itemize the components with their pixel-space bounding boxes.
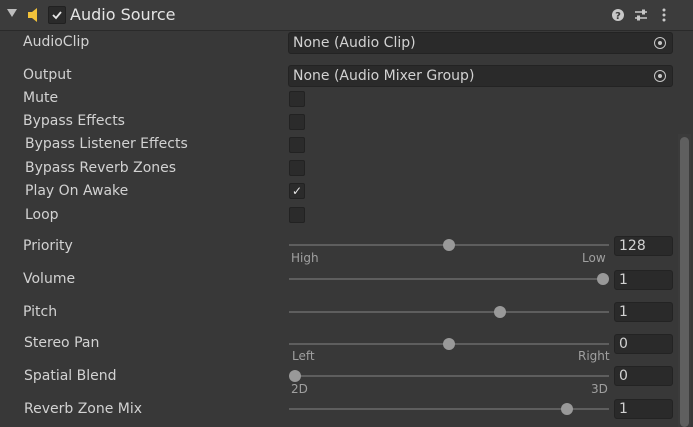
play-on-awake-label: Play On Awake bbox=[25, 183, 129, 199]
bypass-effects-label: Bypass Effects bbox=[23, 113, 125, 129]
spatial-blend-slider-thumb[interactable] bbox=[289, 370, 301, 382]
volume-label: Volume bbox=[23, 271, 76, 287]
foldout-triangle-icon[interactable] bbox=[7, 9, 17, 17]
spatial-blend-slider-track[interactable] bbox=[289, 370, 609, 382]
svg-text:?: ? bbox=[615, 11, 621, 22]
checkmark-icon bbox=[52, 11, 62, 20]
component-title: Audio Source bbox=[70, 5, 176, 24]
reverb-zone-mix-label: Reverb Zone Mix bbox=[24, 401, 143, 417]
stereo-pan-slider-track[interactable] bbox=[289, 338, 609, 350]
priority-input[interactable]: 128 bbox=[614, 236, 673, 256]
speaker-icon bbox=[28, 8, 37, 22]
stereo-pan-max-label: Right bbox=[578, 349, 610, 363]
volume-slider-thumb[interactable] bbox=[597, 273, 609, 285]
bypass-reverb-zones-checkbox[interactable] bbox=[289, 160, 305, 176]
bypass-listener-effects-checkbox[interactable] bbox=[289, 137, 305, 153]
stereo-pan-slider-thumb[interactable] bbox=[443, 338, 455, 350]
stereo-pan-label: Stereo Pan bbox=[24, 335, 100, 351]
output-label: Output bbox=[23, 67, 72, 83]
pitch-slider-thumb[interactable] bbox=[494, 306, 507, 318]
spatial-blend-max-label: 3D bbox=[591, 382, 608, 396]
kebab-menu-icon[interactable] bbox=[656, 7, 672, 23]
priority-min-label: High bbox=[291, 251, 319, 265]
play-on-awake-checkbox[interactable]: ✓ bbox=[289, 183, 305, 199]
pitch-input[interactable]: 1 bbox=[614, 302, 673, 322]
presets-icon[interactable] bbox=[633, 7, 649, 23]
audio-clip-value: None (Audio Clip) bbox=[293, 35, 416, 51]
audio-clip-label: AudioClip bbox=[23, 34, 90, 50]
volume-input[interactable]: 1 bbox=[614, 270, 673, 290]
stereo-pan-min-label: Left bbox=[292, 349, 315, 363]
mute-label: Mute bbox=[23, 90, 59, 106]
spatial-blend-label: Spatial Blend bbox=[24, 368, 117, 384]
bypass-effects-checkbox[interactable] bbox=[289, 114, 305, 130]
priority-label: Priority bbox=[23, 238, 73, 254]
volume-slider-track[interactable] bbox=[289, 273, 609, 285]
spatial-blend-input[interactable]: 0 bbox=[614, 366, 673, 386]
bypass-reverb-zones-label: Bypass Reverb Zones bbox=[25, 160, 177, 176]
scrollbar-thumb[interactable] bbox=[680, 137, 689, 427]
checkmark-icon: ✓ bbox=[291, 184, 303, 198]
pitch-label: Pitch bbox=[23, 304, 58, 320]
audio-clip-field[interactable]: None (Audio Clip) bbox=[288, 32, 673, 54]
priority-slider-thumb[interactable] bbox=[443, 239, 455, 251]
help-icon[interactable]: ? bbox=[610, 7, 626, 23]
spatial-blend-min-label: 2D bbox=[291, 382, 308, 396]
object-picker-icon[interactable] bbox=[654, 37, 666, 49]
stereo-pan-input[interactable]: 0 bbox=[614, 334, 673, 354]
loop-checkbox[interactable] bbox=[289, 207, 305, 223]
component-enabled-checkbox[interactable] bbox=[48, 6, 66, 24]
object-picker-icon[interactable] bbox=[654, 70, 666, 82]
priority-max-label: Low bbox=[582, 251, 606, 265]
component-header[interactable]: Audio Source ? bbox=[0, 0, 693, 31]
reverb-zone-mix-input[interactable]: 1 bbox=[614, 399, 673, 419]
output-field[interactable]: None (Audio Mixer Group) bbox=[288, 65, 673, 87]
reverb-zone-mix-slider-thumb[interactable] bbox=[561, 403, 574, 415]
pitch-slider-track[interactable] bbox=[289, 306, 609, 318]
output-value: None (Audio Mixer Group) bbox=[293, 68, 475, 84]
bypass-listener-effects-label: Bypass Listener Effects bbox=[25, 136, 188, 152]
reverb-zone-mix-slider-track[interactable] bbox=[289, 403, 609, 415]
loop-label: Loop bbox=[25, 207, 59, 223]
mute-checkbox[interactable] bbox=[289, 91, 305, 107]
priority-slider-track[interactable] bbox=[289, 239, 609, 251]
